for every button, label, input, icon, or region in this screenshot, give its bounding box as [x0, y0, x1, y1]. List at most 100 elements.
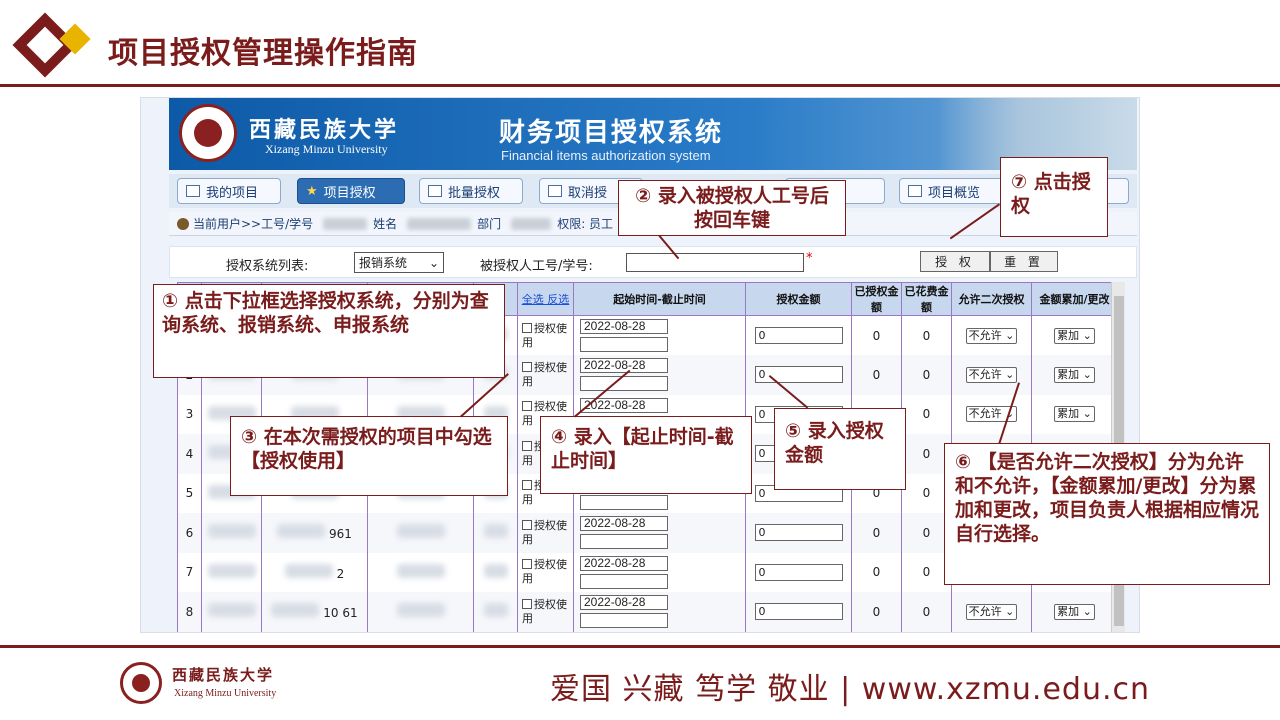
end-date-input[interactable] [580, 376, 668, 392]
amount-input[interactable]: 0 [754, 524, 843, 542]
redacted-cell [207, 563, 256, 578]
authorize-use-checkbox[interactable] [522, 440, 532, 451]
university-name-en: Xizang Minzu University [265, 142, 388, 156]
redacted-cell [207, 603, 256, 618]
spent-amount: 0 [922, 328, 931, 343]
footer-motto: 爱国 兴藏 笃学 敬业 | www.xzmu.edu.cn [550, 672, 1151, 707]
authorized-amount: 0 [872, 525, 881, 540]
system-list-label: 授权系统列表: [226, 259, 309, 274]
second-auth-select[interactable]: 不允许 ⌄ [965, 327, 1018, 344]
cumulative-select[interactable]: 累加 ⌄ [1054, 406, 1095, 423]
redacted-cell [483, 603, 508, 618]
amount-input[interactable]: 0 [754, 327, 843, 344]
authorized-amount: 0 [872, 565, 881, 580]
chevron-down-icon: ⌄ [428, 255, 439, 270]
system-select[interactable]: 报销系统 ⌄ [354, 252, 444, 273]
tab-project-authorization[interactable]: ★ 项目授权 [297, 178, 405, 204]
end-date-input[interactable] [580, 534, 668, 550]
end-date-input[interactable] [580, 337, 668, 352]
row-number: 4 [185, 446, 194, 461]
start-date-input[interactable]: 2022-08-28 [580, 595, 668, 611]
grantee-id-label: 被授权人工号/学号: [480, 259, 593, 274]
column-header-cumulative: 金额累加/更改 [1031, 282, 1118, 316]
second-auth-value: 不允许 [968, 407, 1002, 421]
second-auth-value: 不允许 [968, 367, 1002, 381]
end-date-input[interactable] [580, 613, 668, 629]
header-divider [0, 84, 1280, 87]
authorize-use-checkbox[interactable] [522, 559, 532, 570]
spent-amount: 0 [922, 407, 931, 422]
cumulative-select[interactable]: 累加 ⌄ [1054, 327, 1095, 344]
authorize-use-checkbox[interactable] [522, 361, 532, 372]
redacted-cell [396, 524, 445, 539]
second-auth-select[interactable]: 不允许 ⌄ [965, 603, 1018, 620]
reset-button[interactable]: 重 置 [990, 251, 1058, 272]
table-row: 8 10 61 授权使用 2022-08-28 0 0 0 不允许 ⌄ 累加 ⌄ [177, 592, 1118, 632]
grantee-id-input[interactable] [626, 253, 804, 272]
redacted-cell [207, 524, 256, 539]
cumulative-value: 累加 [1057, 604, 1080, 618]
redacted-id [323, 217, 368, 230]
start-date-input[interactable]: 2022-08-28 [580, 516, 668, 532]
slide-title: 项目授权管理操作指南 [108, 36, 418, 71]
end-date-input[interactable] [580, 494, 668, 510]
footer-university-cn: 西藏民族大学 [172, 666, 275, 684]
spent-amount: 0 [922, 367, 931, 382]
authorize-use-checkbox[interactable] [522, 322, 532, 333]
star-icon: ★ [306, 183, 318, 199]
spent-amount: 0 [922, 525, 931, 540]
redacted-cell [284, 563, 333, 578]
project-code: 961 [328, 527, 352, 542]
cumulative-value: 累加 [1057, 328, 1080, 342]
authorization-form: 授权系统列表: 报销系统 ⌄ 被授权人工号/学号: * 授 权 重 置 [169, 246, 1137, 278]
callout-enter-time: ④ 录入【起止时间-截止时间】 [540, 416, 752, 494]
amount-input[interactable]: 0 [754, 366, 843, 384]
dept-label: 部门 [477, 217, 502, 231]
tab-label: 我的项目 [206, 185, 259, 201]
callout-second-auth: ⑥ 【是否允许二次授权】分为允许和不允许，【金额累加/更改】分为累加和更改，项目… [944, 443, 1270, 585]
start-date-input[interactable]: 2022-08-28 [580, 555, 668, 571]
list-icon [186, 185, 200, 197]
cumulative-select[interactable]: 累加 ⌄ [1054, 603, 1095, 620]
authorize-use-checkbox[interactable] [522, 598, 532, 609]
end-date-input[interactable] [580, 573, 668, 589]
redacted-cell [396, 603, 445, 618]
amount-input[interactable]: 0 [754, 603, 843, 621]
row-number: 3 [185, 407, 194, 422]
redacted-dept [511, 217, 552, 230]
authorize-button[interactable]: 授 权 [920, 251, 990, 272]
callout-check-use: ③ 在本次需授权的项目中勾选【授权使用】 [230, 416, 508, 496]
tab-label: 取消授 [568, 185, 608, 201]
project-code: 2 [336, 566, 345, 581]
batch-icon [428, 185, 442, 197]
tab-label: 项目概览 [928, 185, 981, 201]
spent-amount: 0 [922, 446, 931, 461]
footer-divider [0, 645, 1280, 648]
authorize-use-checkbox[interactable] [522, 401, 532, 412]
row-number: 7 [185, 565, 194, 580]
callout-select-system: ① 点击下拉框选择授权系统，分别为查询系统、报销系统、申报系统 [153, 284, 505, 378]
cumulative-select[interactable]: 累加 ⌄ [1054, 366, 1095, 383]
authorize-use-checkbox[interactable] [522, 480, 532, 491]
university-seal-icon [179, 104, 237, 162]
authorized-amount: 0 [872, 328, 881, 343]
amount-input[interactable]: 0 [754, 563, 843, 581]
spent-amount: 0 [922, 565, 931, 580]
column-header-amount: 授权金额 [745, 282, 852, 316]
select-all-link[interactable]: 全选 反选 [517, 282, 574, 316]
tab-label: 批量授权 [448, 185, 501, 201]
start-date-input[interactable]: 2022-08-28 [580, 319, 668, 334]
tab-batch-authorization[interactable]: 批量授权 [419, 178, 523, 204]
row-number: 8 [185, 604, 194, 619]
tab-my-projects[interactable]: 我的项目 [177, 178, 281, 204]
user-icon [177, 217, 189, 230]
authorized-amount: 0 [872, 604, 881, 619]
name-label: 姓名 [373, 217, 398, 231]
start-date-input[interactable]: 2022-08-28 [580, 358, 668, 374]
system-select-value: 报销系统 [359, 256, 408, 270]
column-header-time: 起始时间-截止时间 [573, 282, 746, 316]
tab-project-overview[interactable]: 项目概览 [899, 178, 1003, 204]
authorize-use-checkbox[interactable] [522, 519, 532, 530]
system-subtitle: Financial items authorization system [501, 148, 711, 163]
second-auth-select[interactable]: 不允许 ⌄ [965, 366, 1018, 383]
